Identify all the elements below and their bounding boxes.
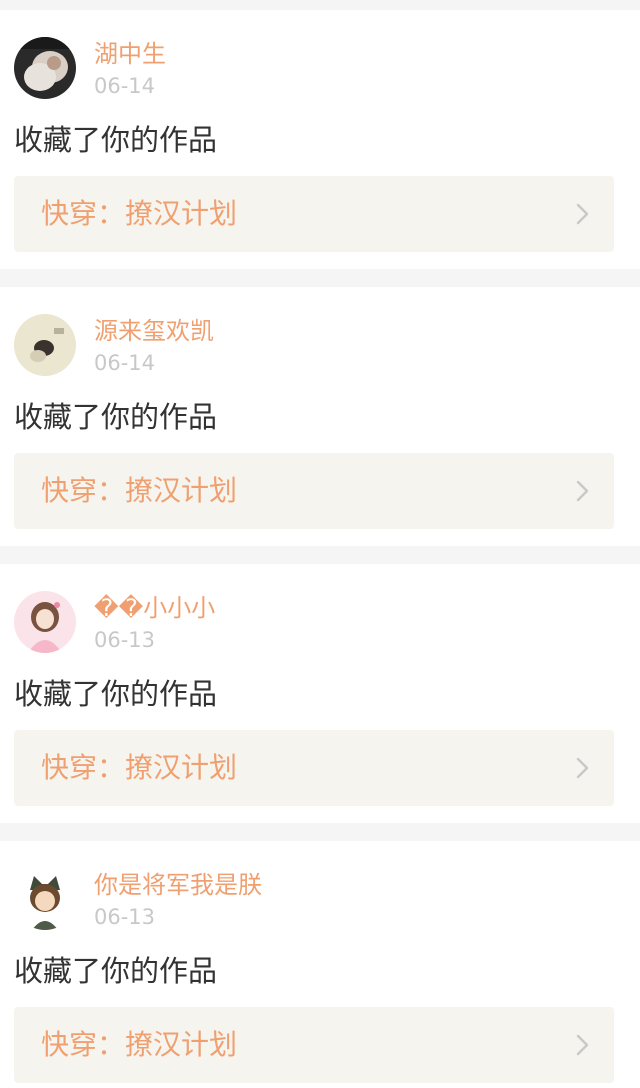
username[interactable]: ��小小小 bbox=[94, 592, 215, 624]
timestamp: 06-14 bbox=[94, 351, 156, 375]
avatar[interactable] bbox=[14, 591, 76, 653]
work-title: 快穿：撩汉计划 bbox=[41, 1028, 238, 1061]
timestamp: 06-13 bbox=[94, 905, 156, 929]
work-title: 快穿：撩汉计划 bbox=[41, 474, 238, 507]
action-text: 收藏了你的作品 bbox=[14, 123, 218, 157]
avatar[interactable] bbox=[14, 37, 76, 99]
work-title: 快穿：撩汉计划 bbox=[41, 197, 238, 230]
work-link[interactable]: 快穿：撩汉计划 bbox=[14, 1007, 614, 1083]
action-text: 收藏了你的作品 bbox=[14, 954, 218, 988]
username[interactable]: 源来玺欢凯 bbox=[94, 315, 214, 347]
username[interactable]: 湖中生 bbox=[94, 38, 166, 70]
chevron-right-icon bbox=[576, 757, 589, 779]
chevron-right-icon bbox=[576, 1034, 589, 1056]
chevron-right-icon bbox=[576, 203, 589, 225]
chevron-right-icon bbox=[576, 480, 589, 502]
notification-card: 湖中生 06-14 收藏了你的作品 快穿：撩汉计划 bbox=[0, 10, 640, 269]
avatar[interactable] bbox=[14, 314, 76, 376]
avatar[interactable] bbox=[14, 868, 76, 930]
notification-card: 你是将军我是朕 06-13 收藏了你的作品 快穿：撩汉计划 bbox=[0, 841, 640, 1088]
action-text: 收藏了你的作品 bbox=[14, 400, 218, 434]
work-link[interactable]: 快穿：撩汉计划 bbox=[14, 453, 614, 529]
work-link[interactable]: 快穿：撩汉计划 bbox=[14, 730, 614, 806]
timestamp: 06-14 bbox=[94, 74, 156, 98]
notification-card: 源来玺欢凯 06-14 收藏了你的作品 快穿：撩汉计划 bbox=[0, 287, 640, 546]
notification-feed: 湖中生 06-14 收藏了你的作品 快穿：撩汉计划 源来玺欢凯 06-14 收藏… bbox=[0, 0, 640, 1088]
username[interactable]: 你是将军我是朕 bbox=[94, 869, 262, 901]
timestamp: 06-13 bbox=[94, 628, 156, 652]
work-title: 快穿：撩汉计划 bbox=[41, 751, 238, 784]
work-link[interactable]: 快穿：撩汉计划 bbox=[14, 176, 614, 252]
action-text: 收藏了你的作品 bbox=[14, 677, 218, 711]
notification-card: ��小小小 06-13 收藏了你的作品 快穿：撩汉计划 bbox=[0, 564, 640, 823]
